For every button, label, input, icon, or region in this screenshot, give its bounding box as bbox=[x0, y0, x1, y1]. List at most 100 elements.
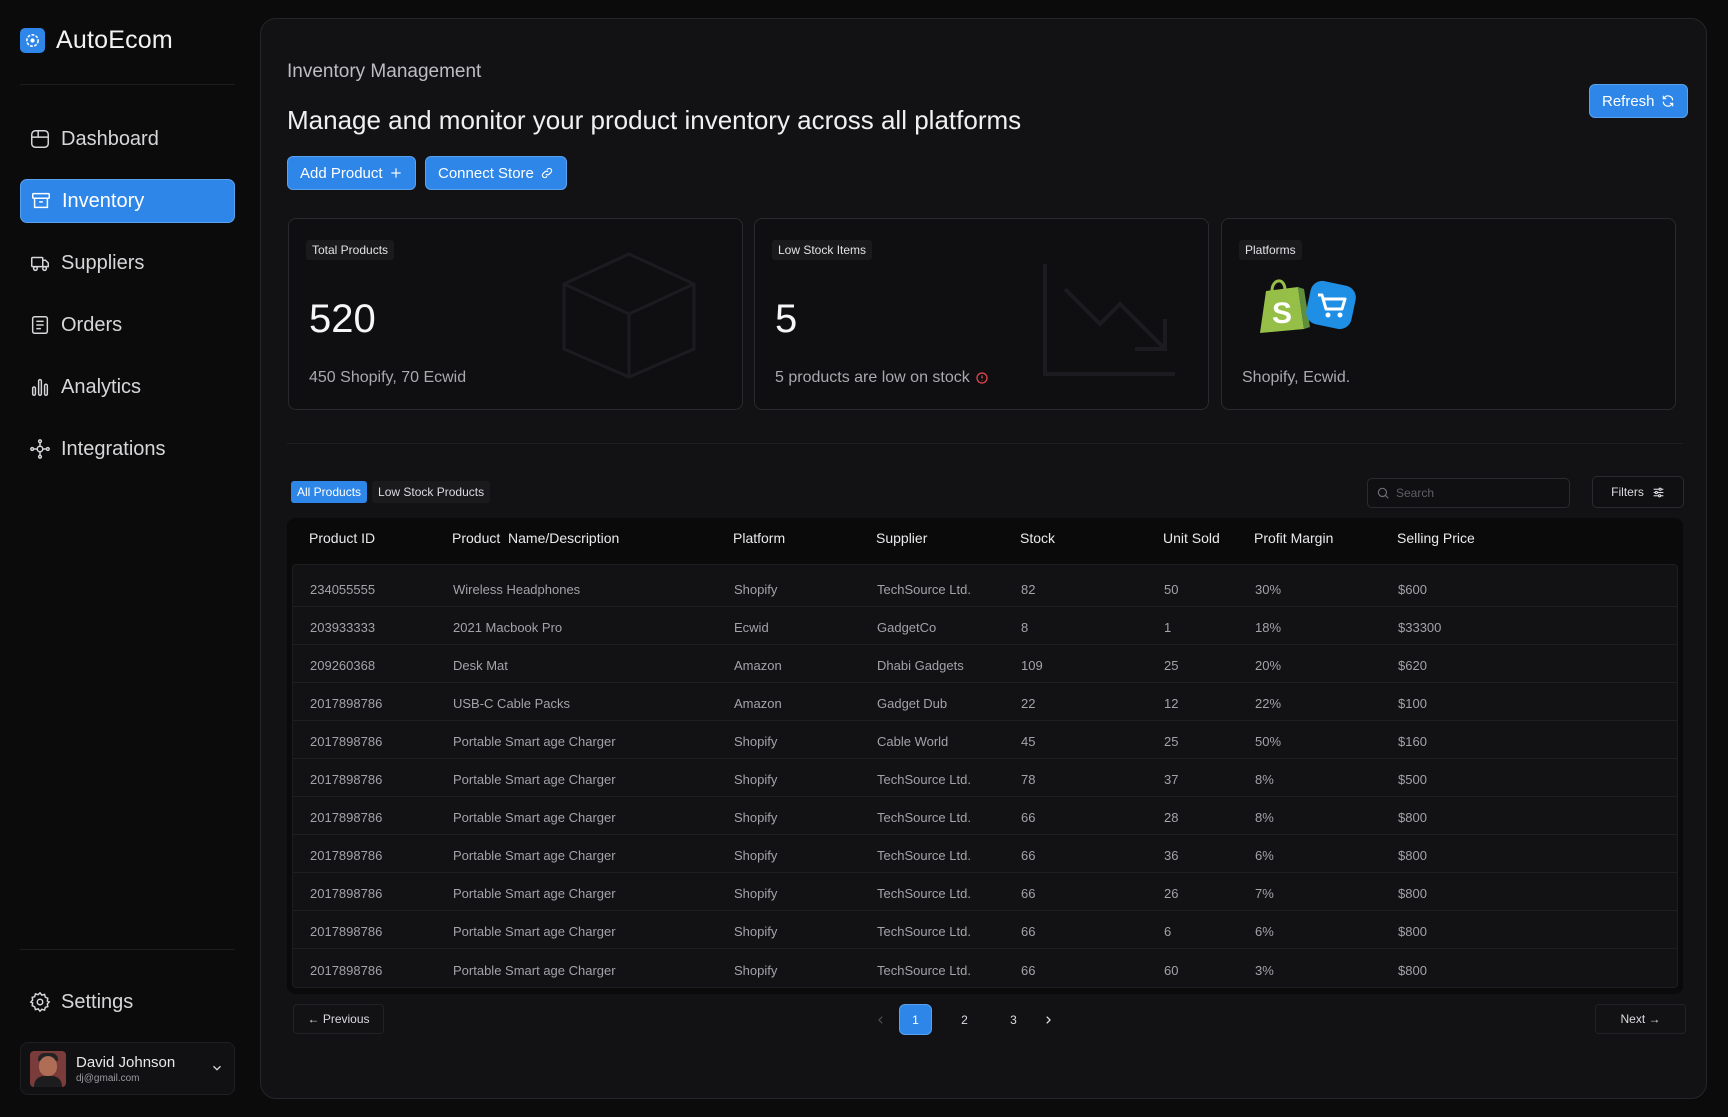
selling-price-cell: $800 bbox=[1398, 810, 1427, 825]
sidebar-item-label: Integrations bbox=[61, 437, 166, 460]
add-product-button[interactable]: Add Product bbox=[287, 156, 416, 190]
table-row[interactable]: 2017898786 Portable Smart age Charger Shop… bbox=[293, 949, 1677, 987]
column-header[interactable]: Stock bbox=[1020, 518, 1055, 562]
sidebar-item-suppliers[interactable]: Suppliers bbox=[20, 241, 235, 285]
selling-price-cell: $500 bbox=[1398, 772, 1427, 787]
refresh-icon bbox=[1662, 95, 1673, 107]
table-row[interactable]: 2017898786 Portable Smart age Charger Shop… bbox=[293, 873, 1677, 911]
table-row[interactable]: 2017898786 Portable Smart age Charger Shop… bbox=[293, 835, 1677, 873]
product-name-cell: 2021 Macbook Pro bbox=[453, 620, 563, 635]
page-number[interactable]: 3 bbox=[997, 1004, 1030, 1035]
column-header[interactable]: Supplier bbox=[876, 518, 927, 562]
profit-margin-cell: 30% bbox=[1255, 582, 1282, 597]
supplier-cell: TechSource Ltd. bbox=[877, 848, 971, 863]
orders-icon bbox=[31, 316, 49, 334]
filters-label: Filters bbox=[1611, 485, 1644, 499]
sidebar-item-label: Inventory bbox=[62, 189, 145, 212]
low-stock-desc: 5 products are low on stock bbox=[775, 369, 988, 387]
previous-page-button[interactable]: ← Previous bbox=[293, 1004, 384, 1034]
search-icon bbox=[1377, 487, 1389, 499]
platform-cell: Shopify bbox=[734, 810, 778, 825]
plus-icon bbox=[390, 168, 401, 178]
card-tag: Total Products bbox=[306, 240, 395, 260]
product-name-cell: Desk Mat bbox=[453, 658, 508, 673]
product-tabs: All Products Low Stock Products bbox=[291, 481, 491, 503]
stock-cell: 66 bbox=[1021, 848, 1036, 863]
table-row[interactable]: 2017898786 USB-C Cable Packs Amazon Gadget … bbox=[293, 683, 1677, 721]
sidebar-item-label: Orders bbox=[61, 313, 123, 336]
sidebar-item-dashboard[interactable]: Dashboard bbox=[20, 117, 235, 161]
add-product-label: Add Product bbox=[300, 164, 383, 182]
stock-cell: 66 bbox=[1021, 810, 1036, 825]
column-header[interactable]: Product ID bbox=[309, 518, 375, 562]
product-id-cell: 2017898786 bbox=[310, 772, 383, 787]
table-row[interactable]: 209260368 Desk Mat Amazon Dhabi Gadgets 109 2… bbox=[293, 645, 1677, 683]
platform-cell: Shopify bbox=[734, 924, 778, 939]
low-stock-value: 5 bbox=[775, 297, 798, 341]
units-sold-cell: 28 bbox=[1164, 810, 1179, 825]
platform-cell: Shopify bbox=[734, 963, 778, 978]
supplier-cell: TechSource Ltd. bbox=[877, 582, 971, 597]
user-profile-menu[interactable]: David Johnson dj@gmail.com bbox=[20, 1042, 235, 1095]
suppliers-icon bbox=[31, 256, 49, 272]
chevron-down-icon[interactable] bbox=[210, 1061, 224, 1075]
sidebar-item-analytics[interactable]: Analytics bbox=[20, 365, 235, 409]
platform-cell: Shopify bbox=[734, 582, 778, 597]
next-page-button[interactable]: Next → bbox=[1595, 1004, 1686, 1034]
chevron-left-icon bbox=[878, 1015, 883, 1024]
platform-cell: Amazon bbox=[734, 658, 782, 673]
search-input[interactable] bbox=[1396, 486, 1556, 500]
product-name-cell: Portable Smart age Charger bbox=[453, 734, 616, 749]
tab-low-stock-products[interactable]: Low Stock Products bbox=[372, 481, 491, 503]
units-sold-cell: 6 bbox=[1164, 924, 1172, 939]
column-header[interactable]: Platform bbox=[733, 518, 785, 562]
column-header[interactable]: Selling Price bbox=[1397, 518, 1475, 562]
column-header[interactable]: Profit Margin bbox=[1254, 518, 1333, 562]
product-id-cell: 2017898786 bbox=[310, 924, 383, 939]
table-row[interactable]: 203933333 2021 Macbook Pro Ecwid GadgetCo 8 1… bbox=[293, 607, 1677, 645]
svg-text:S: S bbox=[1272, 297, 1292, 330]
sidebar-item-label: Dashboard bbox=[61, 127, 159, 150]
page-prev-arrow[interactable] bbox=[871, 1005, 891, 1035]
profit-margin-cell: 18% bbox=[1255, 620, 1282, 635]
user-email: dj@gmail.com bbox=[76, 1072, 140, 1084]
column-header[interactable]: Product Name/Description bbox=[452, 518, 619, 562]
sidebar-item-integrations[interactable]: Integrations bbox=[20, 427, 235, 471]
stock-cell: 78 bbox=[1021, 772, 1036, 787]
page-number[interactable]: 1 bbox=[899, 1004, 932, 1035]
sidebar: AutoEcom Dashboard Inventory Suppliers O… bbox=[0, 0, 255, 1117]
filters-button[interactable]: Filters bbox=[1592, 476, 1684, 508]
pagination: 1 2 3 bbox=[871, 1004, 1058, 1035]
refresh-button[interactable]: Refresh bbox=[1589, 84, 1688, 118]
selling-price-cell: $600 bbox=[1398, 582, 1427, 597]
supplier-cell: TechSource Ltd. bbox=[877, 924, 971, 939]
profit-margin-cell: 6% bbox=[1255, 848, 1274, 863]
table-row[interactable]: 2017898786 Portable Smart age Charger Shop… bbox=[293, 721, 1677, 759]
table-row[interactable]: 2017898786 Portable Smart age Charger Shop… bbox=[293, 911, 1677, 949]
trend-down-icon bbox=[1043, 264, 1175, 376]
table-row[interactable]: 234055555 Wireless Headphones Shopify TechS… bbox=[293, 565, 1677, 607]
warning-icon bbox=[976, 372, 988, 384]
sidebar-item-orders[interactable]: Orders bbox=[20, 303, 235, 347]
sidebar-item-settings[interactable]: Settings bbox=[20, 980, 235, 1024]
profit-margin-cell: 22% bbox=[1255, 696, 1282, 711]
app-logo[interactable]: AutoEcom bbox=[20, 26, 173, 55]
product-id-cell: 2017898786 bbox=[310, 734, 383, 749]
sidebar-item-inventory[interactable]: Inventory bbox=[20, 179, 235, 223]
platform-cell: Shopify bbox=[734, 848, 778, 863]
sidebar-item-label: Suppliers bbox=[61, 251, 145, 274]
page-next-arrow[interactable] bbox=[1038, 1005, 1058, 1035]
column-header[interactable]: Unit Sold bbox=[1163, 518, 1220, 562]
profit-margin-cell: 3% bbox=[1255, 963, 1274, 978]
page-number[interactable]: 2 bbox=[948, 1004, 981, 1035]
table-row[interactable]: 2017898786 Portable Smart age Charger Shop… bbox=[293, 797, 1677, 835]
supplier-cell: Cable World bbox=[877, 734, 949, 749]
product-name-cell: Portable Smart age Charger bbox=[453, 772, 616, 787]
connect-store-button[interactable]: Connect Store bbox=[425, 156, 567, 190]
tab-all-products[interactable]: All Products bbox=[291, 481, 368, 503]
units-sold-cell: 12 bbox=[1164, 696, 1179, 711]
table-header: Product ID Product Name/Description Plat… bbox=[287, 518, 1683, 562]
selling-price-cell: $160 bbox=[1398, 734, 1427, 749]
table-row[interactable]: 2017898786 Portable Smart age Charger Shop… bbox=[293, 759, 1677, 797]
search-field[interactable] bbox=[1367, 478, 1570, 508]
